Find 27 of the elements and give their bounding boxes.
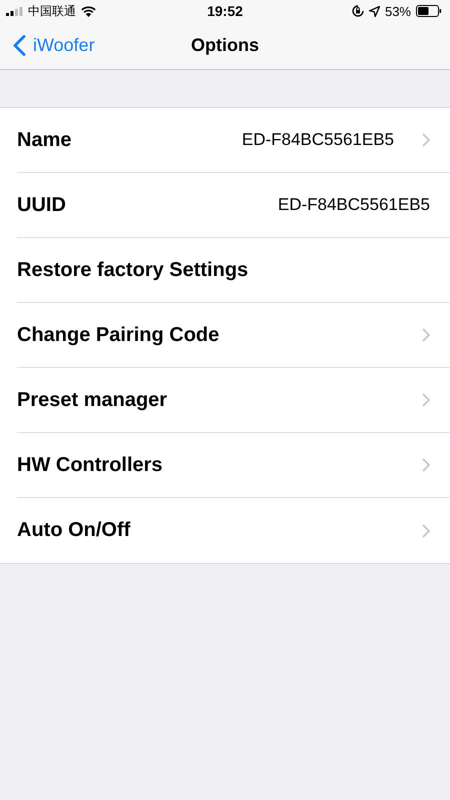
nav-title: Options <box>191 35 259 56</box>
status-time: 19:52 <box>207 3 243 19</box>
back-chevron-icon <box>13 35 26 56</box>
settings-row[interactable]: HW Controllers <box>17 433 450 498</box>
wifi-icon <box>81 6 96 16</box>
row-label: Change Pairing Code <box>17 324 220 346</box>
settings-row[interactable]: Change Pairing Code <box>17 303 450 368</box>
back-button[interactable]: iWoofer <box>0 35 95 56</box>
settings-row[interactable]: Preset manager <box>17 368 450 433</box>
battery-percentage: 53% <box>384 4 411 18</box>
settings-row[interactable]: UUID ED-F84BC5561EB5 <box>17 173 450 238</box>
battery-icon <box>416 5 442 17</box>
settings-row[interactable]: Restore factory Settings <box>17 238 450 303</box>
row-label: Name <box>17 128 72 152</box>
row-label: HW Controllers <box>17 454 164 476</box>
row-value: ED-F84BC5561EB5 <box>242 130 394 150</box>
settings-row[interactable]: Auto On/Off <box>17 498 450 563</box>
rotation-lock-icon <box>352 5 364 17</box>
signal-icon <box>6 6 23 16</box>
row-label: Restore factory Settings <box>17 258 250 282</box>
location-arrow-icon <box>368 6 380 16</box>
carrier-name: 中国联通 <box>28 2 76 20</box>
row-label: Auto On/Off <box>17 519 132 542</box>
settings-row[interactable]: Name ED-F84BC5561EB5 <box>17 108 450 173</box>
row-label: UUID <box>17 194 67 216</box>
row-value: ED-F84BC5561EB5 <box>278 195 430 215</box>
row-label: Preset manager <box>17 388 168 412</box>
